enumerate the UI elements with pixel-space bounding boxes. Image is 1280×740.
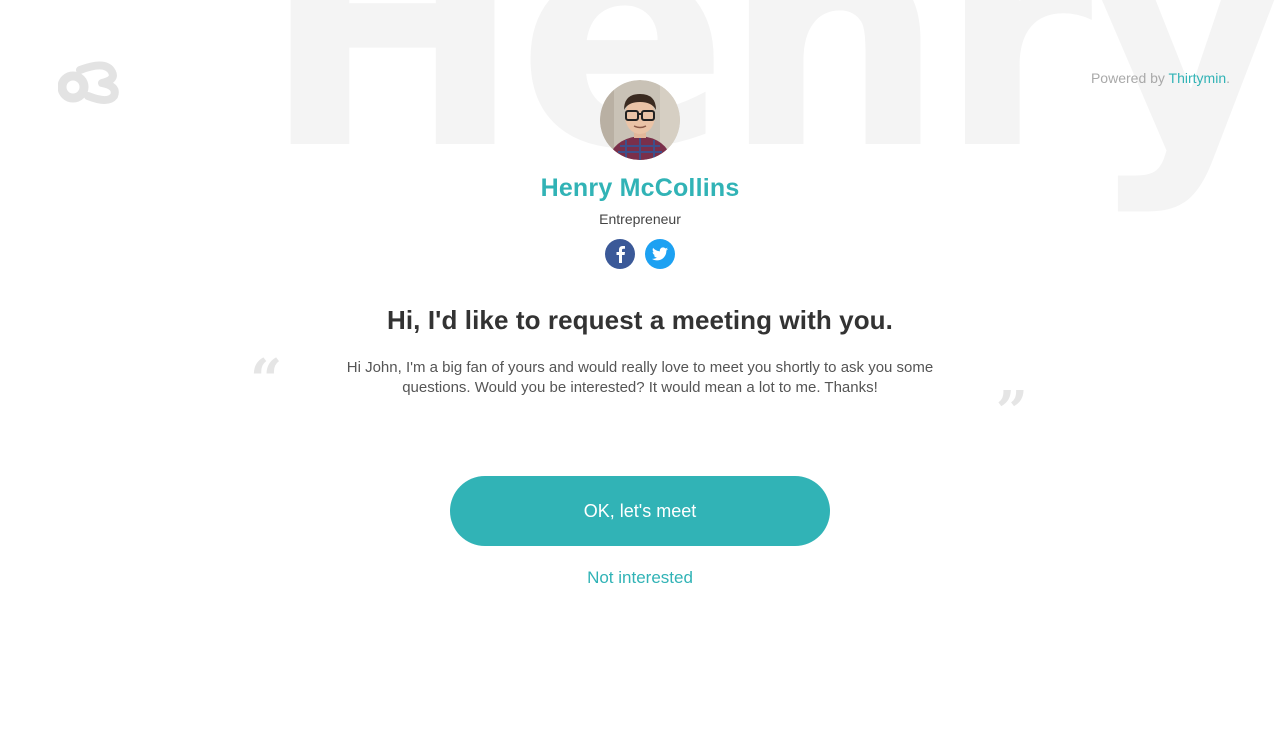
social-links (0, 239, 1280, 269)
twitter-icon (652, 247, 668, 261)
facebook-button[interactable] (605, 239, 635, 269)
open-quote-icon: “ (250, 347, 283, 413)
profile-card: Henry McCollins Entrepreneur Hi, I'd lik… (0, 80, 1280, 588)
avatar (600, 80, 680, 160)
request-heading: Hi, I'd like to request a meeting with y… (386, 305, 893, 335)
decline-link[interactable]: Not interested (587, 568, 693, 588)
request-message-box: “ Hi John, I'm a big fan of yours and wo… (250, 352, 1028, 440)
twitter-button[interactable] (645, 239, 675, 269)
profile-role: Entrepreneur (599, 211, 681, 227)
close-quote-icon: ” (995, 379, 1028, 445)
profile-name: Henry McCollins (540, 174, 740, 202)
accept-meeting-button[interactable]: OK, let's meet (450, 476, 830, 546)
meeting-request-page: Henry Powered by Thirtymin. Henry McColl… (0, 0, 1280, 740)
facebook-icon (616, 246, 625, 263)
request-message: Hi John, I'm a big fan of yours and woul… (346, 359, 934, 396)
